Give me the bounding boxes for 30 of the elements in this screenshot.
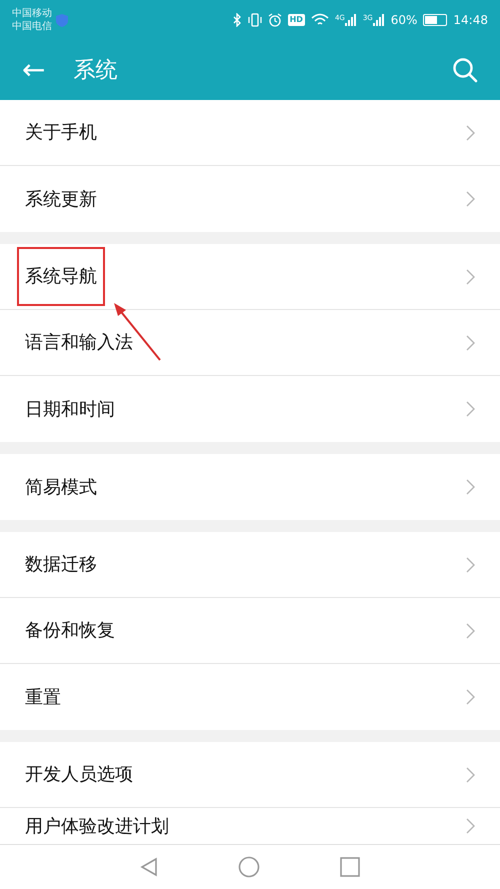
signal-icon xyxy=(372,14,385,26)
chevron-icon xyxy=(466,689,475,705)
chevron-icon xyxy=(466,556,475,572)
wifi-icon xyxy=(310,13,329,27)
carrier-name: 中国电信 xyxy=(12,20,52,33)
search-icon[interactable] xyxy=(452,57,478,83)
chevron-icon xyxy=(466,124,475,140)
chevron-icon xyxy=(466,766,475,782)
chevron-icon xyxy=(466,401,475,417)
back-nav-icon[interactable] xyxy=(140,857,158,877)
chevron-icon xyxy=(466,622,475,638)
chevron-icon xyxy=(466,334,475,350)
bluetooth-icon xyxy=(232,13,242,27)
home-nav-icon[interactable] xyxy=(238,856,260,878)
chevron-icon xyxy=(466,479,475,495)
clock-time: 14:48 xyxy=(453,12,488,29)
vibrate-icon xyxy=(248,13,262,27)
chevron-icon xyxy=(466,268,475,284)
chevron-icon xyxy=(466,191,475,207)
hd-badge: HD xyxy=(288,14,305,26)
alarm-icon xyxy=(268,13,282,27)
shield-icon xyxy=(56,14,68,26)
battery-icon xyxy=(423,14,448,26)
battery-percent: 60% xyxy=(390,12,418,29)
page-title: 系统 xyxy=(73,56,118,84)
chevron-icon xyxy=(466,818,475,834)
carrier-name: 中国移动 xyxy=(12,7,52,20)
settings-row[interactable]: 系统导航 xyxy=(0,244,500,310)
signal-icon xyxy=(344,14,357,26)
recents-nav-icon[interactable] xyxy=(340,857,360,877)
